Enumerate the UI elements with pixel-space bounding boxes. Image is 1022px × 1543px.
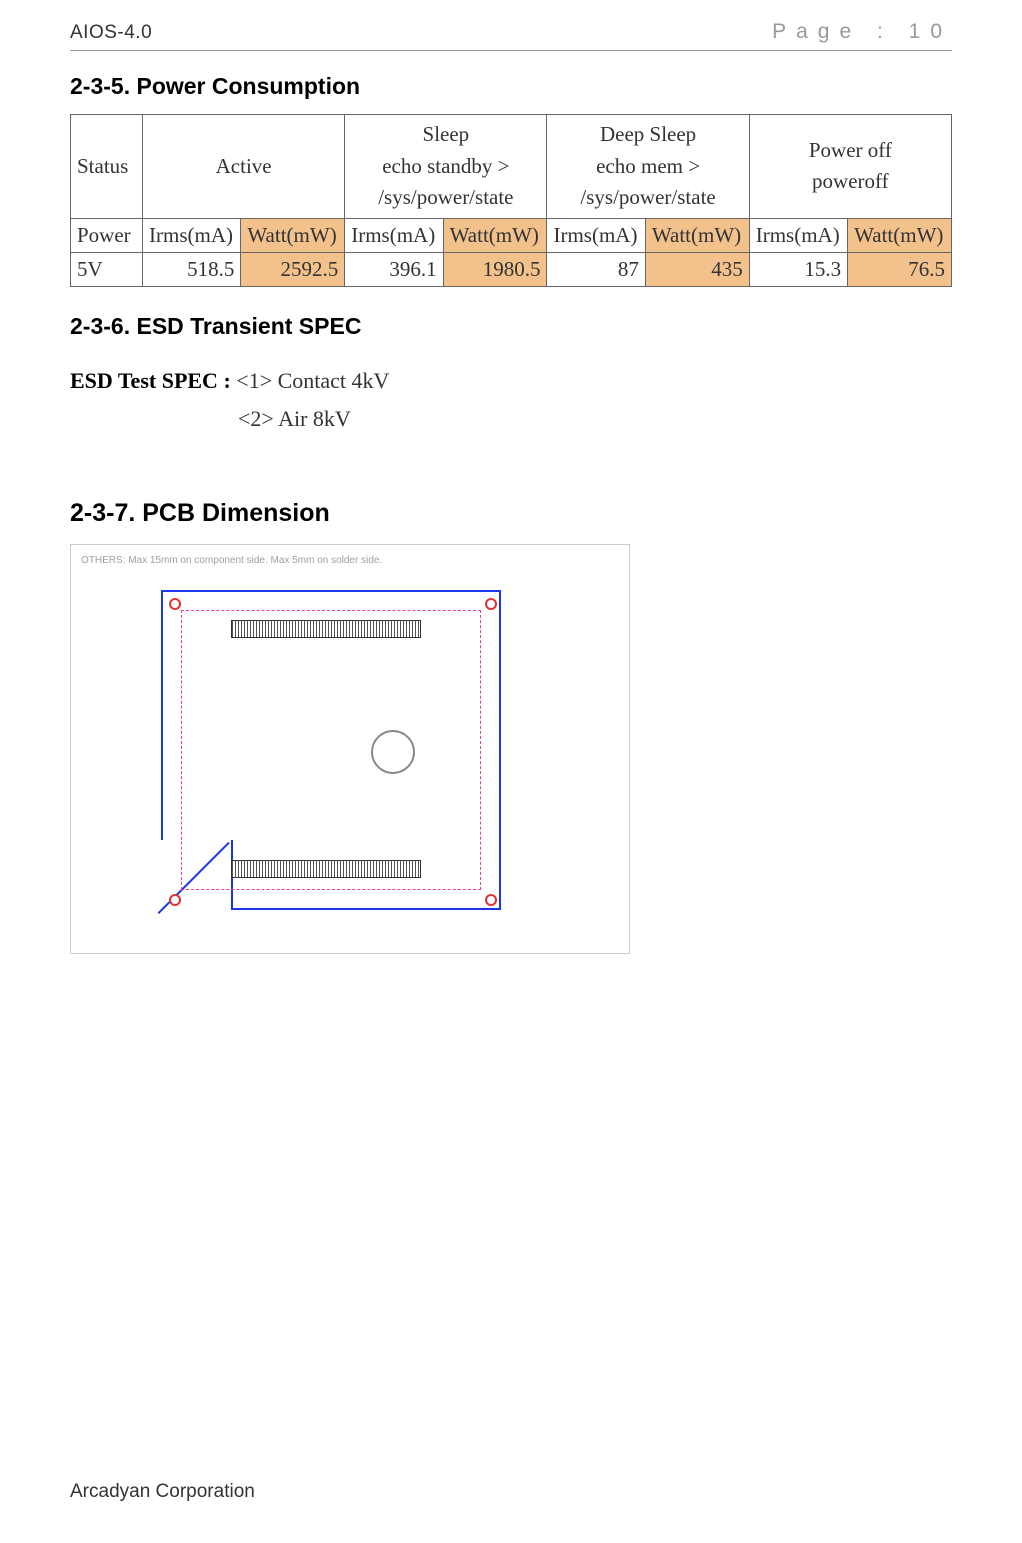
deep-watt-label: Watt(mW) xyxy=(645,218,749,252)
col-active: Active xyxy=(143,115,345,219)
footer-company: Arcadyan Corporation xyxy=(70,1481,255,1503)
off-watt-label: Watt(mW) xyxy=(848,218,952,252)
esd-item-2: <2> Air 8kV xyxy=(238,406,351,431)
off-irms-label: Irms(mA) xyxy=(749,218,847,252)
row-power-label: Power xyxy=(71,218,143,252)
sleep-watt-label: Watt(mW) xyxy=(443,218,547,252)
active-irms-label: Irms(mA) xyxy=(143,218,241,252)
mounting-hole-bl xyxy=(169,894,181,906)
inner-keepout xyxy=(181,610,481,890)
col-off-l2: poweroff xyxy=(812,169,889,193)
page-header: AIOS-4.0 Page : 10 xyxy=(70,20,952,51)
mounting-hole-br xyxy=(485,894,497,906)
active-irms: 518.5 xyxy=(143,252,241,286)
pcb-figure-note: OTHERS: Max 15mm on component side. Max … xyxy=(81,555,619,566)
col-status: Status xyxy=(71,115,143,219)
heading-2-3-6: 2-3-6. ESD Transient SPEC xyxy=(70,313,952,340)
pcb-dimension-figure: OTHERS: Max 15mm on component side. Max … xyxy=(70,544,630,954)
mounting-hole-tl xyxy=(169,598,181,610)
doc-code: AIOS-4.0 xyxy=(70,22,152,44)
sleep-irms-label: Irms(mA) xyxy=(345,218,443,252)
active-watt-label: Watt(mW) xyxy=(241,218,345,252)
heading-2-3-7: 2-3-7. PCB Dimension xyxy=(70,499,952,528)
page-number: Page : 10 xyxy=(772,20,952,44)
col-sleep: Sleep echo standby > /sys/power/state xyxy=(345,115,547,219)
deep-watt: 435 xyxy=(645,252,749,286)
heading-2-3-5: 2-3-5. Power Consumption xyxy=(70,73,952,100)
col-deep-l2: echo mem > xyxy=(596,154,700,178)
off-watt: 76.5 xyxy=(848,252,952,286)
connector-top xyxy=(231,620,421,638)
deep-irms-label: Irms(mA) xyxy=(547,218,645,252)
col-deep-l3: /sys/power/state xyxy=(580,185,715,209)
col-deep-sleep: Deep Sleep echo mem > /sys/power/state xyxy=(547,115,749,219)
col-sleep-l3: /sys/power/state xyxy=(378,185,513,209)
deep-irms: 87 xyxy=(547,252,645,286)
esd-spec-block: ESD Test SPEC : <1> Contact 4kV <2> Air … xyxy=(70,362,952,439)
active-watt: 2592.5 xyxy=(241,252,345,286)
row-5v-label: 5V xyxy=(71,252,143,286)
col-off-l1: Power off xyxy=(809,138,892,162)
sleep-irms: 396.1 xyxy=(345,252,443,286)
large-hole xyxy=(371,730,415,774)
esd-item-1: <1> Contact 4kV xyxy=(236,368,389,393)
esd-label: ESD Test SPEC : xyxy=(70,368,231,393)
off-irms: 15.3 xyxy=(749,252,847,286)
connector-bottom xyxy=(231,860,421,878)
power-consumption-table: Status Active Sleep echo standby > /sys/… xyxy=(70,114,952,287)
col-sleep-l2: echo standby > xyxy=(382,154,509,178)
mounting-hole-tr xyxy=(485,598,497,610)
col-deep-l1: Deep Sleep xyxy=(600,122,696,146)
pcb-drawing xyxy=(81,570,619,942)
col-sleep-l1: Sleep xyxy=(423,122,470,146)
col-power-off: Power off poweroff xyxy=(749,115,951,219)
sleep-watt: 1980.5 xyxy=(443,252,547,286)
